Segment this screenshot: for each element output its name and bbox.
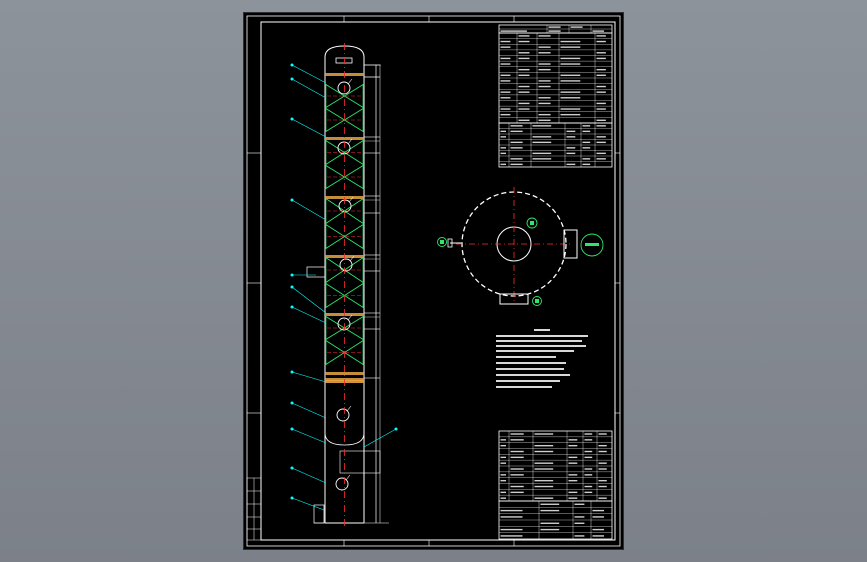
- tower-plan-view: [437, 187, 604, 306]
- leader-dot: [290, 63, 294, 67]
- leader-dot: [290, 370, 294, 374]
- leader-dot: [290, 198, 294, 202]
- technical-notes: [496, 329, 588, 388]
- leader-line: [291, 78, 327, 99]
- support-skirt: [313, 504, 325, 524]
- leader-line: [291, 402, 327, 419]
- manway-handle: [346, 405, 352, 412]
- leader-dot: [290, 496, 294, 500]
- manway-handle: [347, 78, 353, 85]
- manway-handle: [345, 474, 351, 481]
- leader-dot: [290, 285, 294, 289]
- leader-dot: [290, 466, 294, 470]
- parts-list-table: [498, 430, 613, 502]
- cad-viewport[interactable]: [0, 0, 867, 562]
- leader-line: [291, 64, 327, 84]
- title-header-table: [498, 24, 613, 34]
- outer-border: [246, 15, 621, 547]
- sheet-frame: [246, 15, 621, 547]
- leader-dot: [290, 401, 294, 405]
- leader-line: [291, 199, 327, 221]
- title-block-tables: [498, 24, 613, 540]
- leader-dot: [290, 305, 294, 309]
- packed-tower-elevation: [290, 43, 398, 528]
- leader-dot: [290, 77, 294, 81]
- tower-drawing: [246, 15, 621, 547]
- top-manhole: [335, 57, 353, 64]
- leader-dot: [290, 427, 294, 431]
- leader-line: [291, 497, 325, 511]
- leader-dot: [394, 427, 398, 431]
- leader-dot: [290, 273, 294, 277]
- leader-line: [291, 118, 327, 138]
- nozzle-table: [498, 122, 613, 168]
- design-data-table: [498, 32, 613, 124]
- side-nozzle-box: [306, 266, 326, 278]
- support-grid: [325, 372, 364, 375]
- leader-dot: [290, 117, 294, 121]
- zone-ticks: [247, 16, 620, 546]
- leader-line: [291, 467, 327, 484]
- inner-border: [260, 21, 616, 541]
- leader-line: [291, 428, 327, 444]
- leader-line: [291, 371, 327, 383]
- drawing-sheet[interactable]: [244, 13, 623, 549]
- inlet-nozzle-box: [339, 450, 381, 474]
- main-title-block: [498, 500, 613, 540]
- revision-strip: [246, 477, 262, 541]
